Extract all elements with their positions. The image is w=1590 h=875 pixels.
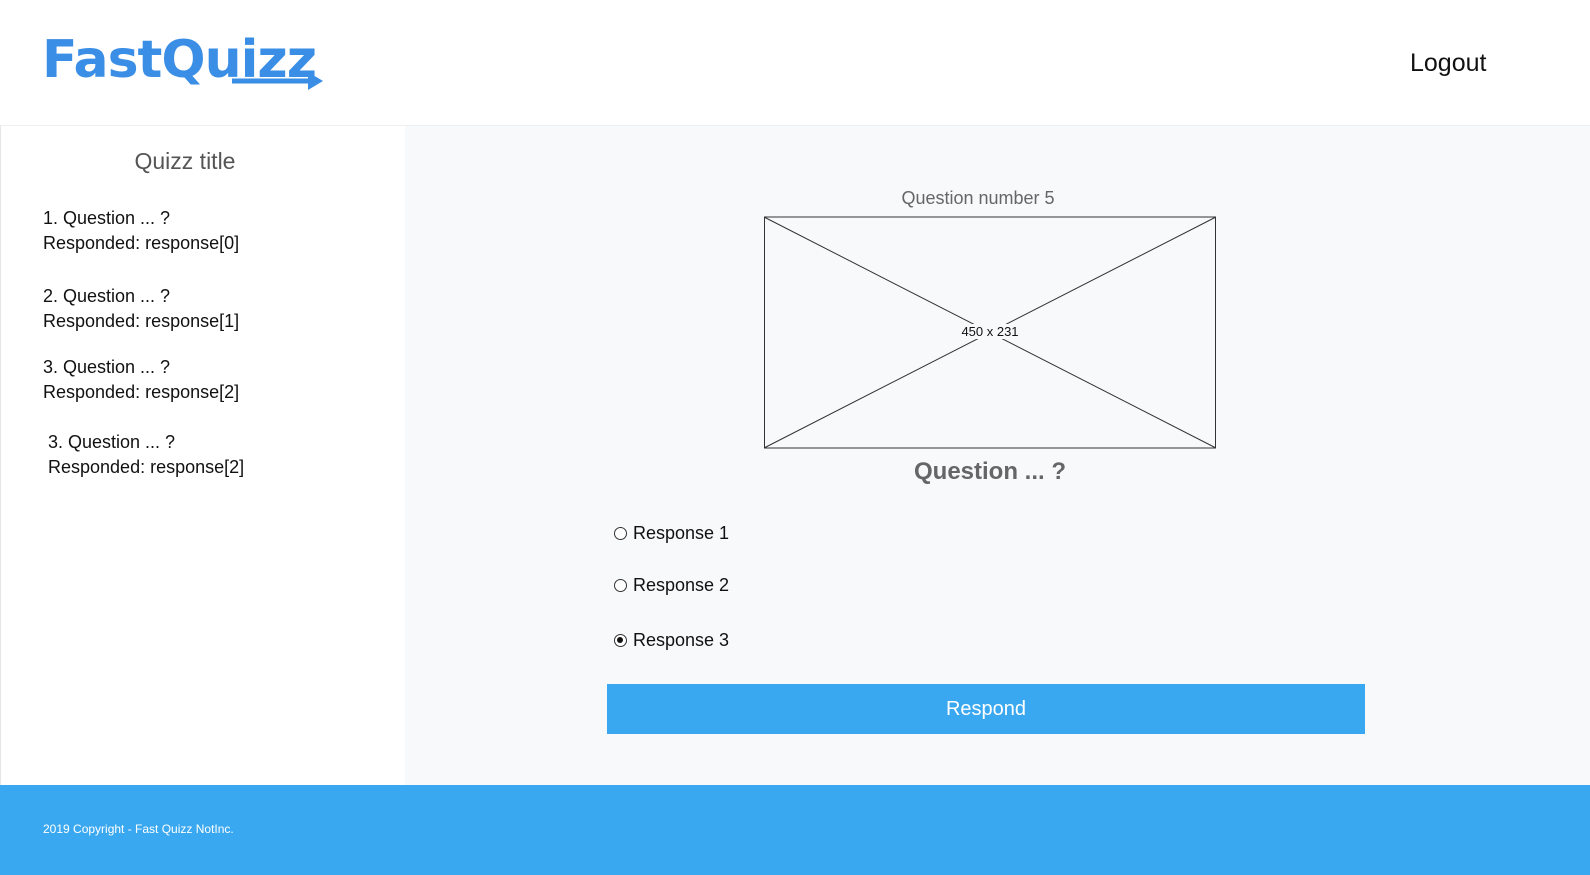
header: FastQuizz Logout <box>0 0 1590 125</box>
quiz-title: Quizz title <box>134 148 236 174</box>
logout-link[interactable]: Logout <box>1410 46 1486 80</box>
logo-text: FastQuizz <box>42 30 317 90</box>
sidebar-question-label: 2. Question ... ? <box>43 286 171 306</box>
response-option-1[interactable]: Response 1 <box>614 521 729 545</box>
response-option-2[interactable]: Response 2 <box>614 573 729 597</box>
radio-button-selected[interactable] <box>614 633 627 647</box>
fastquizz-logo[interactable]: FastQuizz <box>42 28 327 92</box>
image-size-label: 450 x 231 <box>959 324 1021 339</box>
response-label: Response 2 <box>633 575 730 595</box>
sidebar-question-item[interactable]: 1. Question ... ? Responded: response[0] <box>43 206 239 256</box>
footer: 2019 Copyright - Fast Quizz NotInc. <box>0 785 1590 875</box>
question-number: Question number 5 <box>901 188 1055 208</box>
copyright-text: 2019 Copyright - Fast Quizz NotInc. <box>43 822 234 836</box>
sidebar-response-label: Responded: response[2] <box>48 457 245 477</box>
response-label: Response 3 <box>633 630 730 650</box>
respond-button[interactable]: Respond <box>607 684 1365 734</box>
response-option-3[interactable]: Response 3 <box>614 628 729 652</box>
response-label: Response 1 <box>633 523 730 543</box>
sidebar-response-label: Responded: response[2] <box>43 382 240 402</box>
radio-button[interactable] <box>614 526 627 540</box>
sidebar-question-label: 3. Question ... ? <box>43 357 171 377</box>
sidebar-question-item[interactable]: 3. Question ... ? Responded: response[2] <box>43 355 239 405</box>
sidebar-question-item[interactable]: 3. Question ... ? Responded: response[2] <box>48 430 244 480</box>
sidebar-question-item[interactable]: 2. Question ... ? Responded: response[1] <box>43 284 239 334</box>
sidebar-question-label: 3. Question ... ? <box>48 432 176 452</box>
sidebar-response-label: Responded: response[0] <box>43 233 240 253</box>
image-placeholder-label: 450 x 231 <box>764 323 1216 341</box>
sidebar-question-label: 1. Question ... ? <box>43 208 171 228</box>
radio-button[interactable] <box>614 578 627 592</box>
sidebar-response-label: Responded: response[1] <box>43 311 240 331</box>
question-text: Question ... ? <box>913 458 1066 485</box>
